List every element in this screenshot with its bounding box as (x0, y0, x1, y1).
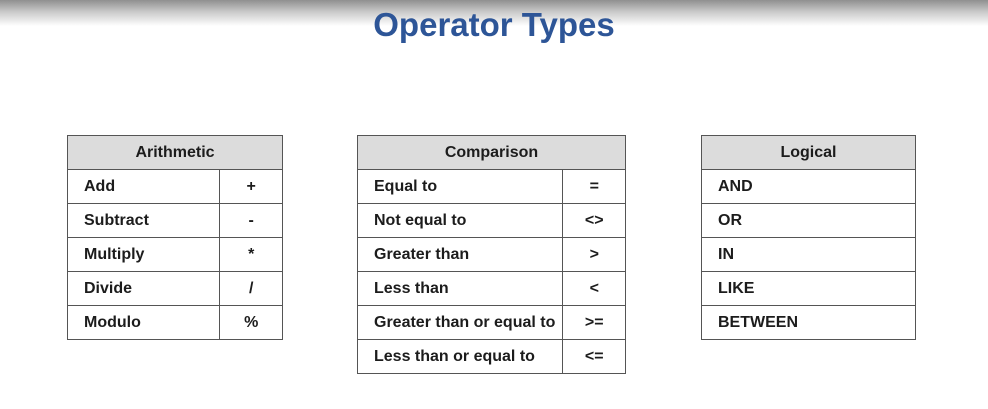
operator-symbol: < (562, 271, 626, 306)
comparison-header: Comparison (357, 135, 626, 170)
operator-name: BETWEEN (701, 305, 916, 340)
operator-symbol: / (219, 271, 283, 306)
table-row: Less than < (356, 271, 626, 306)
operator-name: Equal to (356, 169, 564, 204)
operator-name: IN (701, 237, 916, 272)
operator-symbol: <> (562, 203, 626, 238)
operator-name: Multiply (66, 237, 221, 272)
operator-name: Add (66, 169, 221, 204)
operator-symbol: * (219, 237, 283, 272)
operator-name: Less than or equal to (356, 339, 564, 374)
table-row: IN (701, 237, 916, 272)
operator-symbol: >= (562, 305, 626, 340)
page-title: Operator Types (373, 6, 615, 43)
arithmetic-table: Arithmetic Add + Subtract - Multiply * D… (66, 135, 283, 340)
operator-symbol: = (562, 169, 626, 204)
operator-name: Less than (356, 271, 564, 306)
operator-name: AND (701, 169, 916, 204)
table-row: AND (701, 169, 916, 204)
operator-symbol: - (219, 203, 283, 238)
table-row: Modulo % (66, 305, 283, 340)
operator-name: Greater than or equal to (356, 305, 564, 340)
comparison-table: Comparison Equal to = Not equal to <> Gr… (356, 135, 626, 374)
operator-symbol: % (219, 305, 283, 340)
operator-name: Greater than (356, 237, 564, 272)
table-row: Subtract - (66, 203, 283, 238)
logical-header: Logical (701, 135, 916, 170)
table-row: OR (701, 203, 916, 238)
operator-name: OR (701, 203, 916, 238)
operator-symbol: + (219, 169, 283, 204)
operator-name: Divide (66, 271, 221, 306)
table-row: LIKE (701, 271, 916, 306)
logical-table: Logical AND OR IN LIKE BETWEEN (701, 135, 916, 340)
table-row: Multiply * (66, 237, 283, 272)
table-row: BETWEEN (701, 305, 916, 340)
table-row: Greater than > (356, 237, 626, 272)
operator-symbol: > (562, 237, 626, 272)
table-row: Equal to = (356, 169, 626, 204)
operator-name: Subtract (66, 203, 221, 238)
table-row: Add + (66, 169, 283, 204)
operator-name: Not equal to (356, 203, 564, 238)
operator-name: Modulo (66, 305, 221, 340)
operator-name: LIKE (701, 271, 916, 306)
arithmetic-header: Arithmetic (67, 135, 283, 170)
table-row: Not equal to <> (356, 203, 626, 238)
operator-symbol: <= (562, 339, 626, 374)
table-row: Divide / (66, 271, 283, 306)
table-row: Less than or equal to <= (356, 339, 626, 374)
table-row: Greater than or equal to >= (356, 305, 626, 340)
